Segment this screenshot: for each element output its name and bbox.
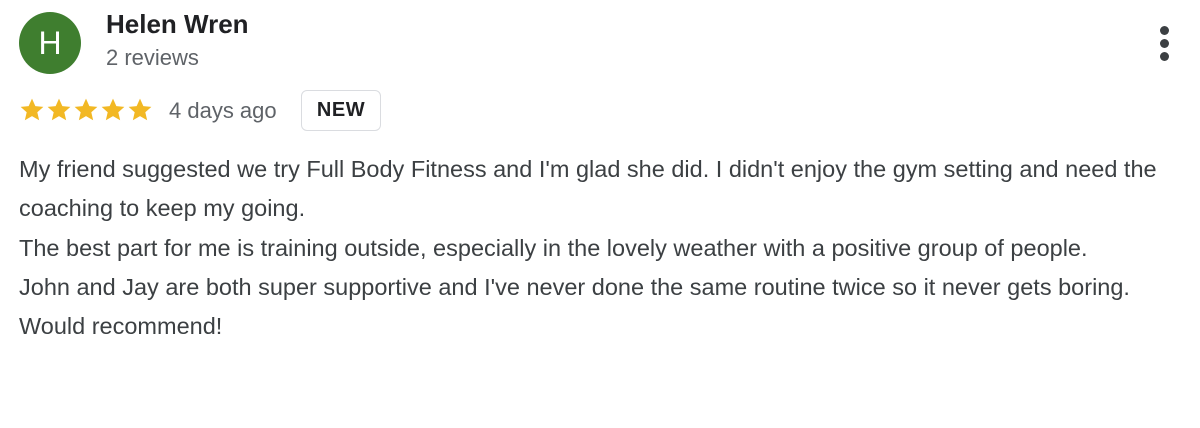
review-paragraph: My friend suggested we try Full Body Fit… xyxy=(19,156,1157,222)
review-paragraph: John and Jay are both super supportive a… xyxy=(19,273,1130,300)
star-icon xyxy=(128,98,152,121)
star-icon xyxy=(74,98,98,121)
star-icon xyxy=(101,98,125,121)
star-icon xyxy=(20,98,44,121)
more-options-button[interactable] xyxy=(1150,22,1180,64)
new-badge: NEW xyxy=(301,90,381,131)
author-name[interactable]: Helen Wren xyxy=(106,9,249,40)
author-review-count: 2 reviews xyxy=(106,45,199,70)
star-rating xyxy=(19,96,153,126)
review-paragraph: The best part for me is training outside… xyxy=(19,234,1088,261)
review-paragraph: Would recommend! xyxy=(19,313,223,340)
avatar[interactable]: H xyxy=(19,12,81,74)
review-text: My friend suggested we try Full Body Fit… xyxy=(19,150,1194,346)
review-timestamp: 4 days ago xyxy=(169,98,277,123)
review-card: H Helen Wren 2 reviews 4 days ago NEW My… xyxy=(0,0,1200,428)
avatar-initial: H xyxy=(38,25,62,61)
star-icon xyxy=(47,98,71,121)
